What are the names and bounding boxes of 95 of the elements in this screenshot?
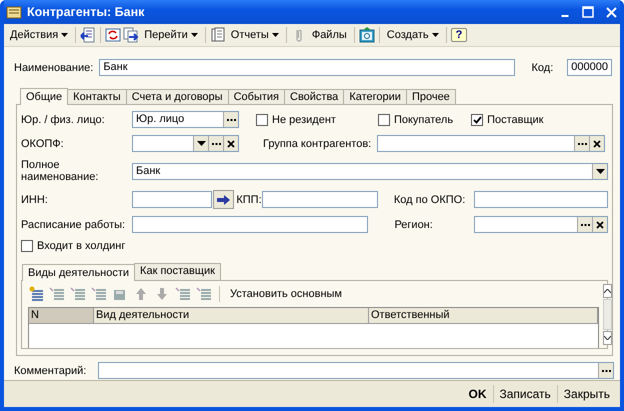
code-field[interactable]: 000000 [567, 59, 612, 76]
clear-icon [593, 140, 602, 148]
inn-field[interactable] [132, 191, 212, 208]
report-icon[interactable] [210, 27, 226, 43]
full-name-field[interactable]: Банк [132, 163, 608, 180]
clear-icon [227, 140, 235, 148]
menu-button[interactable]: Перейти [141, 27, 201, 43]
window-title: Контрагенты: Банк [27, 5, 146, 19]
menu-button[interactable]: Создать [384, 27, 442, 43]
ellipsis-icon [602, 369, 610, 372]
documents-arrow-icon[interactable] [123, 27, 140, 43]
checkbox-label: Покупатель [394, 114, 454, 126]
add-row-icon[interactable] [28, 286, 44, 302]
caret-icon [596, 169, 604, 174]
caret-icon [61, 33, 68, 37]
checkbox[interactable] [471, 114, 484, 126]
okopf-field[interactable] [132, 135, 239, 152]
field-label: Наименование: [14, 62, 94, 74]
footer-button[interactable]: Записать [492, 385, 557, 403]
clear-button[interactable] [223, 136, 238, 151]
arrow-right-icon [216, 194, 231, 204]
checkbox[interactable] [378, 114, 390, 126]
clear-button[interactable] [589, 136, 604, 151]
schedule-field[interactable] [132, 216, 368, 233]
region-field[interactable] [474, 216, 608, 233]
arrow-button[interactable] [213, 190, 234, 209]
maximize-icon [582, 6, 594, 18]
tab[interactable]: Свойства [284, 89, 344, 104]
chevron-down-icon [604, 336, 611, 340]
okpo-field[interactable] [474, 191, 608, 208]
scrollbar-thumb[interactable] [603, 299, 612, 330]
chevron-up-icon [604, 289, 611, 293]
ellipsis-icon [226, 118, 236, 121]
checkbox[interactable] [256, 114, 268, 126]
checkbox-label: Не резидент [272, 114, 336, 126]
field-label: Юр. / физ. лицо: [21, 114, 106, 126]
kpp-field[interactable] [262, 191, 378, 208]
field-label: Код по ОКПО: [394, 194, 466, 206]
clear-icon [596, 220, 604, 228]
tab[interactable]: Общие [20, 88, 68, 105]
clear-button[interactable] [592, 217, 607, 232]
field-label: ИНН: [21, 194, 49, 206]
legal-form-field[interactable]: Юр. лицо [132, 111, 239, 128]
footer-button[interactable]: Закрыть [556, 385, 616, 403]
caret-icon [196, 141, 206, 146]
menu-button[interactable]: Действия [7, 27, 72, 43]
group-field[interactable] [377, 135, 606, 152]
scroll-down-button[interactable] [603, 331, 612, 345]
tab[interactable]: События [228, 89, 285, 104]
field-label: Полное наименование: [21, 159, 100, 183]
tab[interactable]: Прочее [406, 89, 456, 104]
column-header[interactable]: Вид деятельности [94, 308, 369, 323]
tab[interactable]: Виды деятельности [22, 264, 136, 281]
checkbox-label: Входит в холдинг [37, 240, 126, 252]
comment-field[interactable] [98, 362, 614, 379]
checkbox-label: Поставщик [487, 114, 544, 126]
toolbar-button[interactable]: Файлы [308, 27, 350, 43]
column-header[interactable]: Ответственный [369, 308, 598, 323]
ellipsis-icon [578, 142, 587, 145]
caret-icon [272, 33, 279, 37]
ellipsis-button[interactable] [577, 217, 592, 232]
ellipsis-button[interactable] [223, 112, 238, 127]
field-label: КПП: [236, 194, 262, 206]
field-label: Комментарий: [14, 364, 86, 376]
close-icon [606, 6, 616, 18]
tab[interactable]: Как поставщик [134, 263, 221, 280]
tab[interactable]: Категории [343, 89, 407, 104]
ok-button[interactable]: OK [462, 385, 492, 403]
field-label: Группа контрагентов: [263, 138, 372, 150]
ellipsis-icon [580, 223, 590, 226]
toolbar-button[interactable]: Установить основным [227, 286, 345, 302]
field-label: Расписание работы: [21, 218, 126, 230]
dropdown-button[interactable] [592, 164, 607, 179]
name-field[interactable]: Банк [99, 59, 515, 76]
help-button[interactable]: ? [450, 28, 468, 42]
menu-button[interactable]: Отчеты [228, 27, 282, 43]
scroll-up-button[interactable] [603, 284, 612, 298]
ellipsis-button[interactable] [574, 136, 590, 151]
caret-icon [190, 33, 198, 37]
ellipsis-button[interactable] [208, 136, 223, 151]
column-header[interactable]: N [29, 308, 94, 323]
checkbox[interactable] [21, 240, 33, 252]
document-arrow-icon[interactable] [80, 27, 96, 43]
dropdown-button[interactable] [193, 136, 208, 151]
field-label: ОКОПФ: [21, 138, 65, 150]
minimize-icon [561, 15, 569, 17]
tab[interactable]: Контакты [67, 89, 127, 104]
folder-icon [6, 5, 22, 19]
ellipsis-icon [212, 142, 220, 145]
field-label: Регион: [394, 218, 434, 230]
field-label: Код: [532, 62, 554, 74]
tab[interactable]: Счета и договоры [126, 89, 229, 104]
caret-icon [432, 33, 439, 37]
ellipsis-button[interactable] [598, 363, 613, 378]
refresh-icon[interactable] [105, 27, 122, 43]
